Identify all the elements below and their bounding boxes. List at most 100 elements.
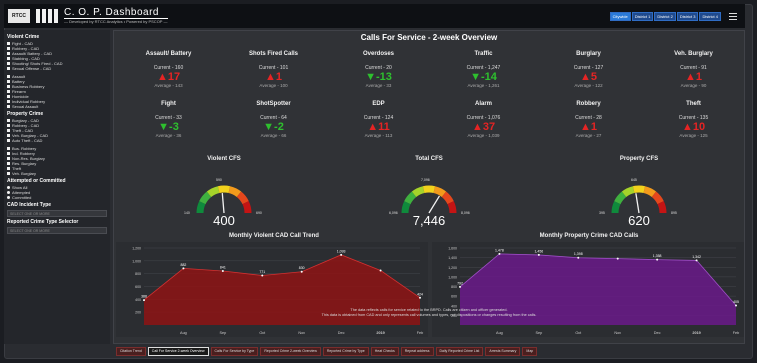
checkbox-icon[interactable] <box>7 47 10 50</box>
kpi-veh-burglary: Veh. Burglary Current - 91 ▲1 Average - 90 <box>641 51 746 88</box>
y-tick-label: 1,600 <box>448 247 457 251</box>
kpi-delta: ▼-2 <box>263 121 284 133</box>
data-point[interactable] <box>300 270 303 273</box>
tab-calls-for-service-by-type[interactable]: Calls For Service by Type <box>210 347 259 356</box>
kpi-average: Average - 90 <box>680 83 707 88</box>
checkbox-icon[interactable] <box>7 85 10 88</box>
tab-citation-trend[interactable]: Citation Trend <box>116 347 146 356</box>
x-tick-label: Feb <box>733 331 740 335</box>
tab-repeat-address[interactable]: Repeat address <box>400 347 434 356</box>
data-point[interactable] <box>695 259 698 262</box>
checkbox-icon[interactable] <box>7 75 10 78</box>
kpi-delta: ▲11 <box>367 121 390 133</box>
x-tick-label: Nov <box>298 331 305 335</box>
district-button-1[interactable]: District 1 <box>631 12 654 21</box>
data-label: 1,456 <box>534 249 543 253</box>
tab-heat-checks[interactable]: Heat Checks <box>370 347 399 356</box>
data-point[interactable] <box>419 296 421 299</box>
checkbox-icon[interactable] <box>7 172 10 175</box>
kpi-average: Average - 125 <box>679 133 708 138</box>
gauge-band <box>651 191 664 205</box>
data-point[interactable] <box>656 258 659 261</box>
app-title: C. O. P. Dashboard <box>64 7 168 19</box>
x-tick-label: Aug <box>496 331 503 335</box>
gauge-band <box>411 186 425 198</box>
logo-bars-icon <box>36 9 58 23</box>
option-label: Sexual Assault <box>12 104 39 109</box>
checkbox-icon[interactable] <box>7 67 10 70</box>
checkbox-icon[interactable] <box>7 105 10 108</box>
data-point[interactable] <box>261 274 264 277</box>
checkbox-icon[interactable] <box>7 124 10 127</box>
data-label: 405 <box>733 300 739 304</box>
checkbox-sexual-assault[interactable]: Sexual Assault <box>7 104 107 109</box>
checkbox-icon[interactable] <box>7 80 10 83</box>
reported-crime-type-select[interactable]: SELECT ONE OR MORE <box>7 227 107 234</box>
checkbox-icon[interactable] <box>7 147 10 150</box>
y-tick-label: 1,000 <box>132 259 141 263</box>
data-label: 388 <box>141 295 147 299</box>
kpi-fight: Fight Current - 33 ▼-3 Average - 36 <box>116 101 221 138</box>
tab-arrests-summary[interactable]: Arrests Summary <box>485 347 521 356</box>
data-label: 424 <box>417 292 423 296</box>
data-point[interactable] <box>735 304 737 307</box>
checkbox-icon[interactable] <box>7 100 10 103</box>
checkbox-icon[interactable] <box>7 152 10 155</box>
checkbox-veh-burglary[interactable]: Veh. Burglary <box>7 171 107 176</box>
tab-reported-crime-2-week-overview[interactable]: Reported Crime 2-week Overview <box>260 347 321 356</box>
data-point[interactable] <box>340 253 343 256</box>
checkbox-icon[interactable] <box>7 95 10 98</box>
radio-icon[interactable] <box>7 196 10 199</box>
kpi-average: Average - 33 <box>365 83 392 88</box>
checkbox-icon[interactable] <box>7 167 10 170</box>
gauge-min-label: 6,096 <box>389 211 398 215</box>
kpi-name: Traffic <box>474 51 493 57</box>
data-point[interactable] <box>498 252 501 255</box>
checkbox-icon[interactable] <box>7 57 10 60</box>
data-point[interactable] <box>143 299 145 302</box>
gauge-band <box>433 186 447 198</box>
checkbox-icon[interactable] <box>7 119 10 122</box>
checkbox-icon[interactable] <box>7 52 10 55</box>
kpi-overdoses: Overdoses Current - 20 ▼-13 Average - 33 <box>326 51 431 88</box>
radio-icon[interactable] <box>7 191 10 194</box>
tab-map[interactable]: Map <box>522 347 538 356</box>
gauge-band <box>422 185 436 194</box>
data-point[interactable] <box>577 256 580 259</box>
gauge-band <box>632 185 646 194</box>
tab-reported-crime-by-type[interactable]: Reported Crime by Type <box>322 347 369 356</box>
data-point[interactable] <box>182 267 185 270</box>
checkbox-icon[interactable] <box>7 90 10 93</box>
radio-icon[interactable] <box>7 186 10 189</box>
option-label: Veh. Burglary <box>12 171 37 176</box>
data-point[interactable] <box>537 253 540 256</box>
tab-daily-reported-crime-list[interactable]: Daily Reported Crime List <box>435 347 484 356</box>
kpi-alarm: Alarm Current - 1,076 ▲37 Average - 1,039 <box>431 101 536 138</box>
gauge-band <box>206 186 220 198</box>
district-button-4[interactable]: District 4 <box>699 12 721 21</box>
checkbox-icon[interactable] <box>7 162 10 165</box>
district-button-2[interactable]: District 2 <box>654 12 676 21</box>
data-point[interactable] <box>221 270 224 273</box>
checkbox-icon[interactable] <box>7 62 10 65</box>
data-point[interactable] <box>616 257 619 260</box>
district-button-3[interactable]: District 3 <box>676 12 699 21</box>
kpi-average: Average - 113 <box>364 133 393 138</box>
option-label: Sexual Offense - CAD <box>12 66 52 71</box>
kpi-name: Theft <box>686 101 701 107</box>
main-panel: Calls For Service - 2-week Overview Assa… <box>113 30 745 344</box>
tab-call-for-service-2-week-overview[interactable]: Call For Service 2-week Overview <box>147 347 209 356</box>
checkbox-icon[interactable] <box>7 157 10 160</box>
district-button-citywide[interactable]: Citywide <box>609 12 631 21</box>
data-point[interactable] <box>459 285 461 288</box>
hamburger-menu-icon[interactable] <box>729 13 737 20</box>
checkbox-icon[interactable] <box>7 139 10 142</box>
checkbox-icon[interactable] <box>7 42 10 45</box>
data-point[interactable] <box>379 269 382 272</box>
cad-incident-type-select[interactable]: SELECT ONE OR MORE <box>7 210 107 217</box>
checkbox-icon[interactable] <box>7 134 10 137</box>
kpi-delta: ▲17 <box>156 71 181 83</box>
checkbox-icon[interactable] <box>7 129 10 132</box>
radio-committed[interactable]: Committed <box>7 195 107 200</box>
kpi-average: Average - 122 <box>574 83 603 88</box>
